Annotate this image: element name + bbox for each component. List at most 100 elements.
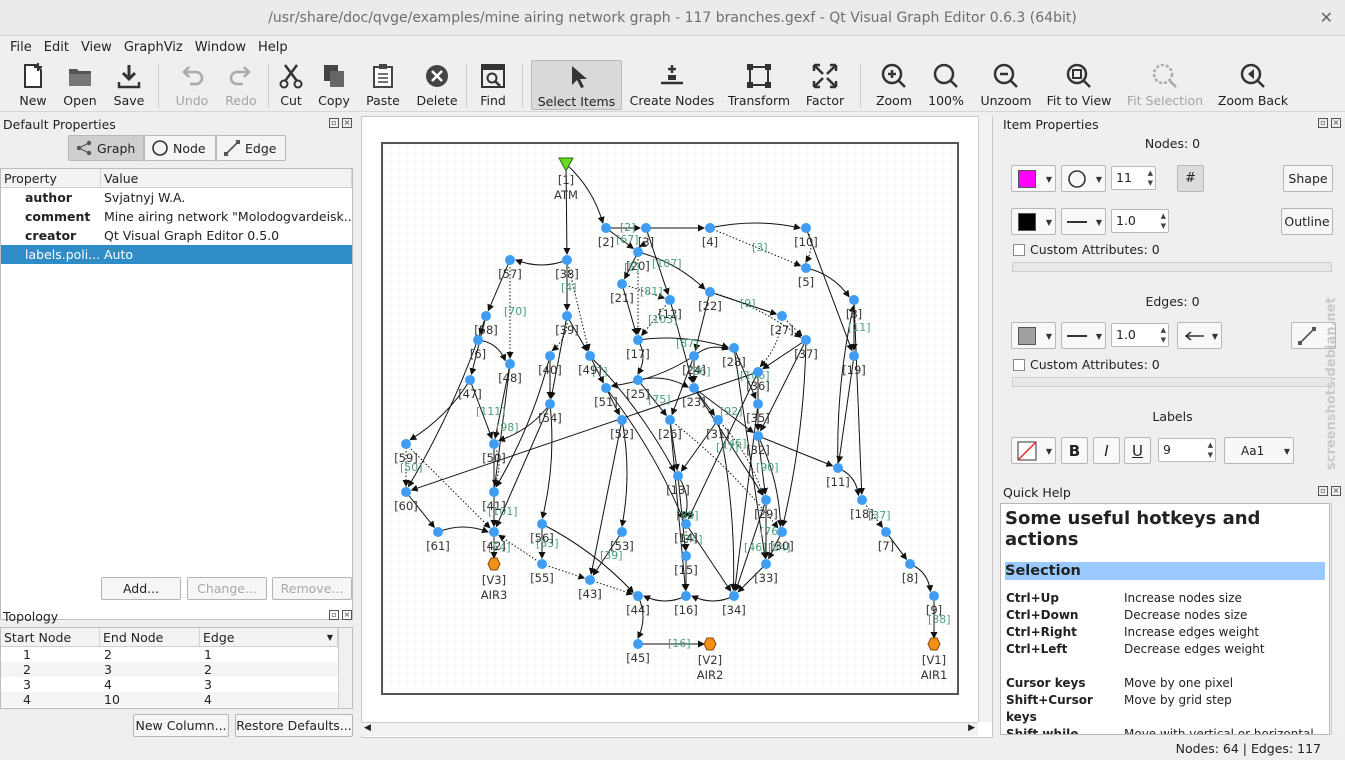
graph-node[interactable] [801, 263, 811, 273]
property-row[interactable]: comment Mine airing network "Molodogvard… [1, 207, 352, 226]
label-case-button[interactable]: Aa1 ▼ [1224, 437, 1294, 464]
close-icon[interactable]: × [342, 118, 352, 128]
graph-node[interactable] [601, 223, 611, 233]
new-button[interactable]: New [14, 60, 52, 110]
select-items-button[interactable]: Select Items [531, 60, 622, 110]
graph-node[interactable] [753, 399, 763, 409]
spin-arrows-icon[interactable]: ▲ ▼ [1161, 325, 1166, 345]
outline-button[interactable]: Outline [1281, 208, 1333, 235]
fit-to-view-button[interactable]: Fit to View [1045, 60, 1113, 110]
graph-node[interactable] [562, 255, 572, 265]
graph-node[interactable] [673, 471, 683, 481]
air-outlet-node[interactable] [703, 637, 717, 651]
node-size-spinbox[interactable]: 11 ▲ ▼ [1111, 166, 1156, 190]
edge-color-button[interactable]: ▼ [1011, 322, 1056, 349]
graph-node[interactable] [881, 527, 891, 537]
canvas-horizontal-scrollbar[interactable]: ◀ ▶ [361, 722, 978, 736]
graph-node[interactable] [801, 335, 811, 345]
graph-node[interactable] [633, 375, 643, 385]
graph-node[interactable] [689, 351, 699, 361]
graph-node[interactable] [665, 295, 675, 305]
float-icon[interactable]: ▫ [329, 610, 339, 620]
graph-node[interactable] [705, 223, 715, 233]
graph-node[interactable] [713, 415, 723, 425]
node-tab[interactable]: Node [144, 135, 216, 161]
id-label-toggle[interactable]: # [1177, 165, 1204, 192]
graph-node[interactable] [433, 527, 443, 537]
menu-view[interactable]: View [75, 40, 118, 55]
graph-node[interactable] [585, 351, 595, 361]
graph-node[interactable] [401, 487, 411, 497]
topology-row[interactable]: 1 2 1 [1, 647, 352, 662]
graph-node[interactable] [777, 527, 787, 537]
cut-button[interactable]: Cut [274, 60, 308, 110]
zoom-back-button[interactable]: Zoom Back [1216, 60, 1290, 110]
zoom-100-button[interactable]: 100% [926, 60, 966, 110]
graph-tab[interactable]: Graph [68, 135, 144, 161]
help-scrollbar[interactable] [1331, 503, 1343, 735]
restore-defaults-button[interactable]: Restore Defaults... [235, 714, 353, 737]
property-row[interactable]: author Svjatnyj W.A. [1, 188, 352, 207]
graph-node[interactable] [617, 527, 627, 537]
menu-file[interactable]: File [4, 40, 38, 55]
label-color-button[interactable]: ▼ [1011, 437, 1056, 464]
graph-node[interactable] [801, 223, 811, 233]
topology-scrollbar[interactable] [338, 628, 352, 708]
graph-node[interactable] [481, 311, 491, 321]
topology-row[interactable]: 2 3 2 [1, 662, 352, 677]
open-button[interactable]: Open [60, 60, 100, 110]
transform-button[interactable]: Transform [726, 60, 792, 110]
graph-node[interactable] [537, 559, 547, 569]
graph-node[interactable] [681, 591, 691, 601]
graph-node[interactable] [545, 351, 555, 361]
graph-node[interactable] [729, 591, 739, 601]
canvas-vertical-scrollbar[interactable] [978, 116, 992, 722]
undo-button[interactable]: Undo [172, 60, 212, 110]
graph-node[interactable] [929, 591, 939, 601]
stroke-color-button[interactable]: ▼ [1011, 208, 1056, 235]
add-button[interactable]: Add... [101, 577, 181, 600]
end-node-column[interactable]: End Node [100, 628, 200, 646]
bold-button[interactable]: B [1061, 437, 1088, 464]
fit-selection-button[interactable]: Fit Selection [1124, 60, 1206, 110]
remove-button[interactable]: Remove... [272, 577, 352, 600]
change-button[interactable]: Change... [187, 577, 267, 600]
graph-node[interactable] [545, 399, 555, 409]
edge-style-button[interactable]: ▼ [1061, 322, 1106, 349]
graph-node[interactable] [489, 487, 499, 497]
graph-node[interactable] [681, 519, 691, 529]
property-row[interactable]: creator Qt Visual Graph Editor 0.5.0 [1, 226, 352, 245]
font-size-spinbox[interactable]: 9 ▲ ▼ [1158, 438, 1216, 462]
graph-node[interactable] [537, 519, 547, 529]
stroke-width-spinbox[interactable]: 1.0 ▲ ▼ [1111, 209, 1169, 233]
underline-button[interactable]: U [1124, 437, 1151, 464]
menu-help[interactable]: Help [252, 40, 294, 55]
graph-node[interactable] [633, 639, 643, 649]
graph-node[interactable] [665, 415, 675, 425]
graph-node[interactable] [761, 495, 771, 505]
float-icon[interactable]: ▫ [329, 118, 339, 128]
graph-node[interactable] [753, 367, 763, 377]
zoom-button[interactable]: Zoom [872, 60, 916, 110]
graph-node[interactable] [777, 311, 787, 321]
scroll-right-icon[interactable]: ▶ [968, 723, 975, 733]
menu-edit[interactable]: Edit [38, 40, 75, 55]
save-button[interactable]: Save [109, 60, 149, 110]
copy-button[interactable]: Copy [315, 60, 353, 110]
close-icon[interactable]: ✕ [1320, 8, 1333, 27]
graph-node[interactable] [633, 591, 643, 601]
spin-arrows-icon[interactable]: ▲ ▼ [1148, 168, 1153, 188]
graph-node[interactable] [849, 295, 859, 305]
graph-node[interactable] [601, 383, 611, 393]
find-button[interactable]: Find [475, 60, 511, 110]
paste-button[interactable]: Paste [364, 60, 402, 110]
node-shape-button[interactable]: ▼ [1061, 165, 1106, 192]
property-column-header[interactable]: Property [1, 169, 101, 187]
edge-width-spinbox[interactable]: 1.0 ▲ ▼ [1111, 323, 1169, 347]
node-color-button[interactable]: ▼ [1011, 165, 1056, 192]
close-icon[interactable]: × [342, 610, 352, 620]
factor-button[interactable]: Factor [802, 60, 848, 110]
graph-node[interactable] [833, 463, 843, 473]
graph-canvas[interactable]: [2] [3] [4] [5] [9] [11] [37] [38] [7] [39] [16] [5… [361, 116, 993, 738]
edge-custom-attributes-checkbox[interactable] [1013, 359, 1025, 371]
